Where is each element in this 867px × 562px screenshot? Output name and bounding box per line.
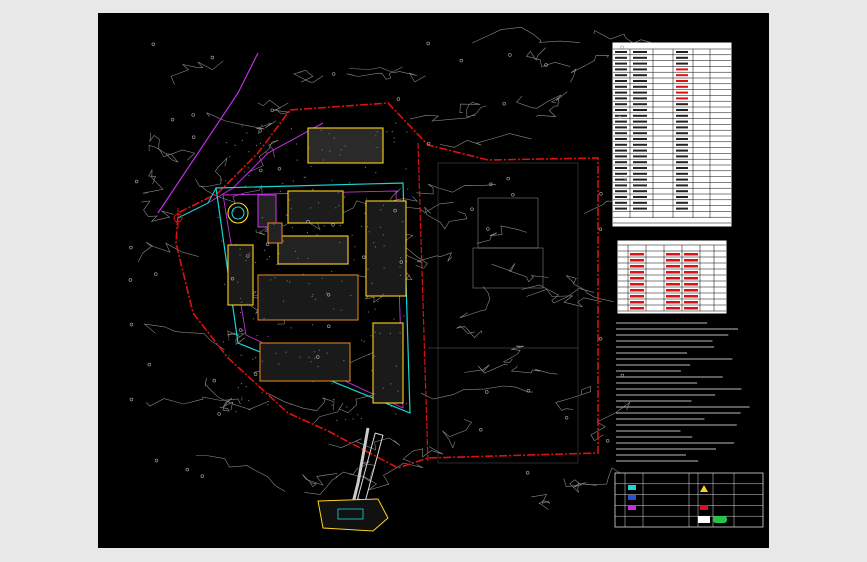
site-boundary-inner — [417, 142, 429, 464]
design-notes-block — [616, 322, 750, 462]
site-plan-drawing — [128, 26, 764, 532]
annex-1 — [257, 194, 277, 228]
building-south — [259, 342, 351, 382]
building-east-1 — [365, 200, 407, 297]
eastern-terrain — [428, 162, 579, 464]
technical-table-1 — [612, 42, 732, 227]
building-mid — [277, 235, 349, 265]
building-large — [257, 274, 359, 321]
building-central — [287, 190, 344, 224]
building-west — [227, 244, 254, 306]
legend-table — [614, 472, 764, 528]
magenta-road — [157, 52, 259, 214]
annex-2 — [267, 222, 283, 244]
cad-model-viewport[interactable] — [98, 13, 769, 548]
round-tank — [227, 202, 249, 224]
south-pier — [317, 432, 389, 532]
technical-table-2 — [617, 240, 727, 314]
